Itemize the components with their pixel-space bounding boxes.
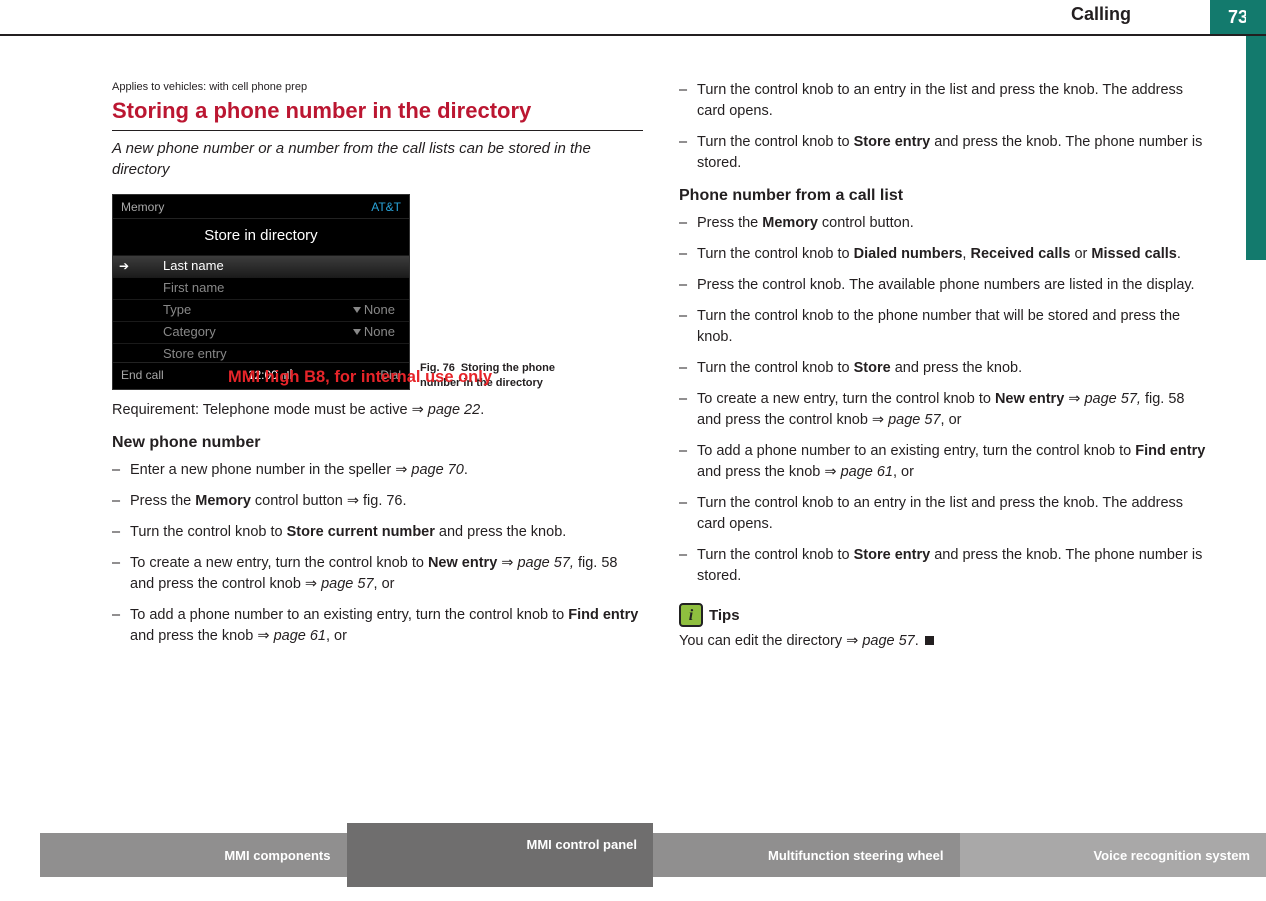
step: Press the Memory control button ⇒ fig. 7… bbox=[112, 491, 643, 512]
step: Turn the control knob to an entry in the… bbox=[679, 493, 1210, 535]
step: Turn the control knob to Store entry and… bbox=[679, 545, 1210, 587]
mmi-row-lastname: ➔ Last name bbox=[113, 255, 409, 277]
step: Press the Memory control button. bbox=[679, 213, 1210, 234]
footer-tab-components: MMI components bbox=[40, 833, 347, 877]
mmi-screenshot: Memory AT&T Store in directory ➔ Last na… bbox=[112, 194, 410, 390]
chapter-title: Calling bbox=[1071, 4, 1131, 25]
mmi-row-value: None bbox=[353, 301, 395, 320]
watermark: MMI high B8, for internal use only bbox=[228, 368, 492, 387]
step: To add a phone number to an existing ent… bbox=[679, 441, 1210, 483]
dropdown-icon bbox=[353, 307, 361, 313]
step: Turn the control knob to Store current n… bbox=[112, 522, 643, 543]
mmi-row-firstname: First name bbox=[113, 277, 409, 299]
steps-call-list: Press the Memory control button. Turn th… bbox=[679, 213, 1210, 587]
tips-text: You can edit the directory ⇒ page 57. bbox=[679, 631, 1210, 652]
section-intro: A new phone number or a number from the … bbox=[112, 139, 643, 180]
divider bbox=[0, 34, 1266, 36]
mmi-row-value: None bbox=[353, 323, 395, 342]
mmi-row-label: Category bbox=[163, 323, 216, 342]
step: Turn the control knob to an entry in the… bbox=[679, 80, 1210, 122]
footer-tabs: MMI components MMI control panel Multifu… bbox=[0, 833, 1266, 877]
step: To create a new entry, turn the control … bbox=[679, 389, 1210, 431]
requirement-line: Requirement: Telephone mode must be acti… bbox=[112, 400, 643, 421]
step: Turn the control knob to Store and press… bbox=[679, 358, 1210, 379]
mmi-row-label: Last name bbox=[163, 257, 224, 276]
mmi-row-category: Category None bbox=[113, 321, 409, 343]
left-column: Applies to vehicles: with cell phone pre… bbox=[112, 80, 643, 831]
side-index-tab bbox=[1246, 0, 1266, 260]
info-icon: i bbox=[679, 603, 703, 627]
tips-label: Tips bbox=[709, 605, 740, 627]
mmi-carrier: AT&T bbox=[371, 199, 401, 216]
steps-continued: Turn the control knob to an entry in the… bbox=[679, 80, 1210, 174]
mmi-row-type: Type None bbox=[113, 299, 409, 321]
step: Turn the control knob to Store entry and… bbox=[679, 132, 1210, 174]
mmi-row-label: Store entry bbox=[163, 345, 227, 364]
step: Enter a new phone number in the speller … bbox=[112, 460, 643, 481]
mmi-top-left: Memory bbox=[121, 199, 164, 216]
steps-new-number: Enter a new phone number in the speller … bbox=[112, 460, 643, 647]
subheading-call-list: Phone number from a call list bbox=[679, 184, 1210, 207]
step: Turn the control knob to Dialed numbers,… bbox=[679, 244, 1210, 265]
step: Press the control knob. The available ph… bbox=[679, 275, 1210, 296]
pointer-icon: ➔ bbox=[119, 258, 129, 275]
footer-tab-voice: Voice recognition system bbox=[960, 833, 1266, 877]
dropdown-icon bbox=[353, 329, 361, 335]
right-column: Turn the control knob to an entry in the… bbox=[679, 80, 1210, 831]
mmi-row-label: Type bbox=[163, 301, 191, 320]
step: To add a phone number to an existing ent… bbox=[112, 605, 643, 647]
end-square-icon bbox=[925, 636, 934, 645]
applies-line: Applies to vehicles: with cell phone pre… bbox=[112, 80, 643, 96]
footer-tab-control-panel: MMI control panel bbox=[347, 823, 654, 887]
step: Turn the control knob to the phone numbe… bbox=[679, 306, 1210, 348]
subheading-new-number: New phone number bbox=[112, 431, 643, 454]
tips-header: i Tips bbox=[679, 603, 1210, 627]
mmi-row-label: First name bbox=[163, 279, 224, 298]
step: To create a new entry, turn the control … bbox=[112, 553, 643, 595]
mmi-heading: Store in directory bbox=[113, 219, 409, 255]
footer-tab-steering-wheel: Multifunction steering wheel bbox=[653, 833, 960, 877]
section-title: Storing a phone number in the directory bbox=[112, 98, 643, 131]
mmi-bottom-left: End call bbox=[121, 367, 164, 384]
